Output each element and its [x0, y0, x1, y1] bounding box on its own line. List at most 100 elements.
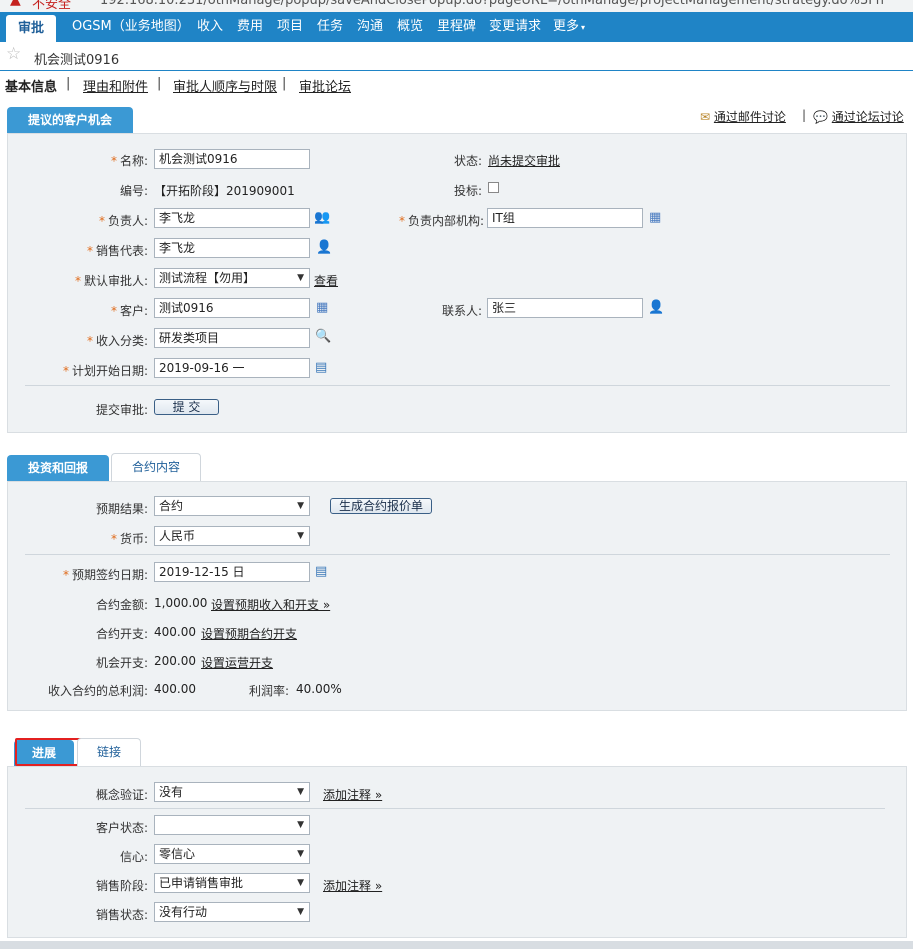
nav-more[interactable]: 更多 ▾: [553, 12, 585, 42]
divider: [25, 808, 885, 809]
expected-result-select[interactable]: 合约 ▼: [154, 496, 310, 516]
chevron-down-icon: ▼: [297, 531, 304, 541]
confidence-value: 零信心: [159, 847, 196, 861]
customer-status-select[interactable]: ▼: [154, 815, 310, 835]
nav-income[interactable]: 收入: [197, 12, 223, 42]
name-field[interactable]: 机会测试0916: [154, 149, 310, 169]
nav-ogsm[interactable]: OGSM（业务地图）: [72, 12, 190, 42]
forum-icon: 💬: [813, 110, 828, 124]
approver-select[interactable]: 测试流程【勿用】 ▼: [154, 268, 310, 288]
customer-status-label: 客户状态:: [95, 821, 148, 835]
view-approver-link[interactable]: 查看: [314, 272, 338, 289]
add-note-link[interactable]: 添加注释 »: [323, 877, 382, 894]
tab-links[interactable]: 链接: [77, 738, 141, 766]
page-header: ☆ 机会测试0916: [0, 42, 913, 71]
top-navigation: 审批 OGSM（业务地图） 收入 费用 项目 任务 沟通 概览 里程碑 变更请求…: [0, 12, 913, 42]
subnav-separator: |: [66, 76, 71, 91]
expected-result-value: 合约: [159, 499, 184, 513]
status-link[interactable]: 尚未提交审批: [488, 152, 560, 169]
contact-field[interactable]: 张三: [487, 298, 643, 318]
subnav-reasons-attachments[interactable]: 理由和附件: [83, 76, 148, 95]
status-label: 状态:: [453, 154, 482, 168]
email-discussion-link[interactable]: 通过邮件讨论: [714, 110, 786, 124]
poc-label: 概念验证:: [95, 788, 148, 802]
start-date-field[interactable]: 2019-09-16 一: [154, 358, 310, 378]
submit-button[interactable]: 提 交: [154, 399, 219, 415]
set-operating-cost-link[interactable]: 设置运营开支: [201, 654, 273, 671]
email-discussion[interactable]: ✉ 通过邮件讨论: [700, 108, 786, 125]
calendar-icon[interactable]: ▤: [315, 361, 327, 375]
users-icon[interactable]: 👥: [314, 211, 330, 225]
tab-investment-return[interactable]: 投资和回报: [7, 455, 109, 481]
forum-discussion-link[interactable]: 通过论坛讨论: [832, 110, 904, 124]
sales-status-select[interactable]: 没有行动 ▼: [154, 902, 310, 922]
contract-cost-value: 400.00: [154, 625, 196, 639]
confidence-select[interactable]: 零信心 ▼: [154, 844, 310, 864]
generate-quote-button[interactable]: 生成合约报价单: [330, 498, 432, 514]
search-add-icon[interactable]: 🔍: [315, 330, 331, 344]
divider: [25, 385, 890, 386]
sign-date-field[interactable]: 2019-12-15 日: [154, 562, 310, 582]
confidence-label: 信心:: [119, 850, 148, 864]
customer-picker-icon[interactable]: ▦: [316, 301, 328, 315]
dept-field[interactable]: IT组: [487, 208, 643, 228]
add-note-link[interactable]: 添加注释 »: [323, 786, 382, 803]
category-field[interactable]: 研发类项目: [154, 328, 310, 348]
nav-task[interactable]: 任务: [317, 12, 343, 42]
contract-amount-label: 合约金额:: [95, 598, 148, 612]
tab-contract-content[interactable]: 合约内容: [111, 453, 201, 481]
approver-label: * 默认审批人:: [74, 274, 148, 288]
sales-stage-label: 销售阶段:: [95, 879, 148, 893]
insecure-label: 不安全: [32, 0, 72, 12]
nav-change-request[interactable]: 变更请求: [489, 12, 541, 42]
nav-communication[interactable]: 沟通: [357, 12, 383, 42]
subnav-separator: |: [157, 76, 162, 91]
user-icon[interactable]: 👤: [316, 241, 332, 255]
page-title: 机会测试0916: [34, 53, 120, 68]
name-label: * 名称:: [110, 154, 148, 168]
subnav-approval-forum[interactable]: 审批论坛: [299, 76, 351, 95]
calendar-icon[interactable]: ▤: [315, 565, 327, 579]
chevron-down-icon: ▾: [581, 23, 586, 32]
customer-field[interactable]: 测试0916: [154, 298, 310, 318]
nav-project[interactable]: 项目: [277, 12, 303, 42]
approver-value: 测试流程【勿用】: [159, 271, 256, 285]
chevron-down-icon: ▼: [297, 849, 304, 859]
sales-rep-field[interactable]: 李飞龙: [154, 238, 310, 258]
forum-discussion[interactable]: 💬 通过论坛讨论: [813, 108, 904, 125]
poc-select[interactable]: 没有 ▼: [154, 782, 310, 802]
separator: |: [802, 108, 807, 122]
contract-cost-label: 合约开支:: [95, 627, 148, 641]
sales-stage-select[interactable]: 已申请销售审批 ▼: [154, 873, 310, 893]
poc-value: 没有: [159, 785, 184, 799]
code-label: 编号:: [119, 184, 148, 198]
expected-result-label: 预期结果:: [95, 502, 148, 516]
horizontal-scrollbar[interactable]: [0, 941, 913, 949]
subnav-basic-info[interactable]: 基本信息: [5, 76, 57, 95]
total-profit-value: 400.00: [154, 682, 196, 696]
user-icon[interactable]: 👤: [648, 301, 664, 315]
chevron-down-icon: ▼: [297, 501, 304, 511]
org-tree-icon[interactable]: ▦: [649, 211, 661, 225]
set-contract-cost-link[interactable]: 设置预期合约开支: [201, 625, 297, 642]
tab-proposed-opportunity[interactable]: 提议的客户机会: [7, 107, 133, 133]
sales-stage-value: 已申请销售审批: [159, 876, 244, 890]
star-icon[interactable]: ☆: [6, 44, 21, 64]
bid-checkbox[interactable]: [488, 182, 499, 193]
sales-status-value: 没有行动: [159, 905, 208, 919]
set-income-link[interactable]: 设置预期收入和开支 »: [211, 596, 330, 613]
total-profit-label: 收入合约的总利润:: [47, 684, 148, 698]
nav-milestone[interactable]: 里程碑: [437, 12, 476, 42]
browser-address-bar[interactable]: ▲ 不安全 192.168.10.231/othManage/popup/sav…: [0, 0, 913, 12]
submit-label: 提交审批:: [95, 403, 148, 417]
start-date-label: * 计划开始日期:: [62, 364, 148, 378]
nav-approval[interactable]: 审批: [6, 15, 57, 42]
currency-select[interactable]: 人民币 ▼: [154, 526, 310, 546]
subnav-approver-order[interactable]: 审批人顺序与时限: [173, 76, 277, 95]
owner-field[interactable]: 李飞龙: [154, 208, 310, 228]
nav-expense[interactable]: 费用: [237, 12, 263, 42]
url-text[interactable]: 192.168.10.231/othManage/popup/saveAndCl…: [100, 0, 884, 8]
nav-overview[interactable]: 概览: [397, 12, 423, 42]
nav-more-label: 更多: [553, 19, 580, 34]
owner-label: * 负责人:: [98, 214, 148, 228]
